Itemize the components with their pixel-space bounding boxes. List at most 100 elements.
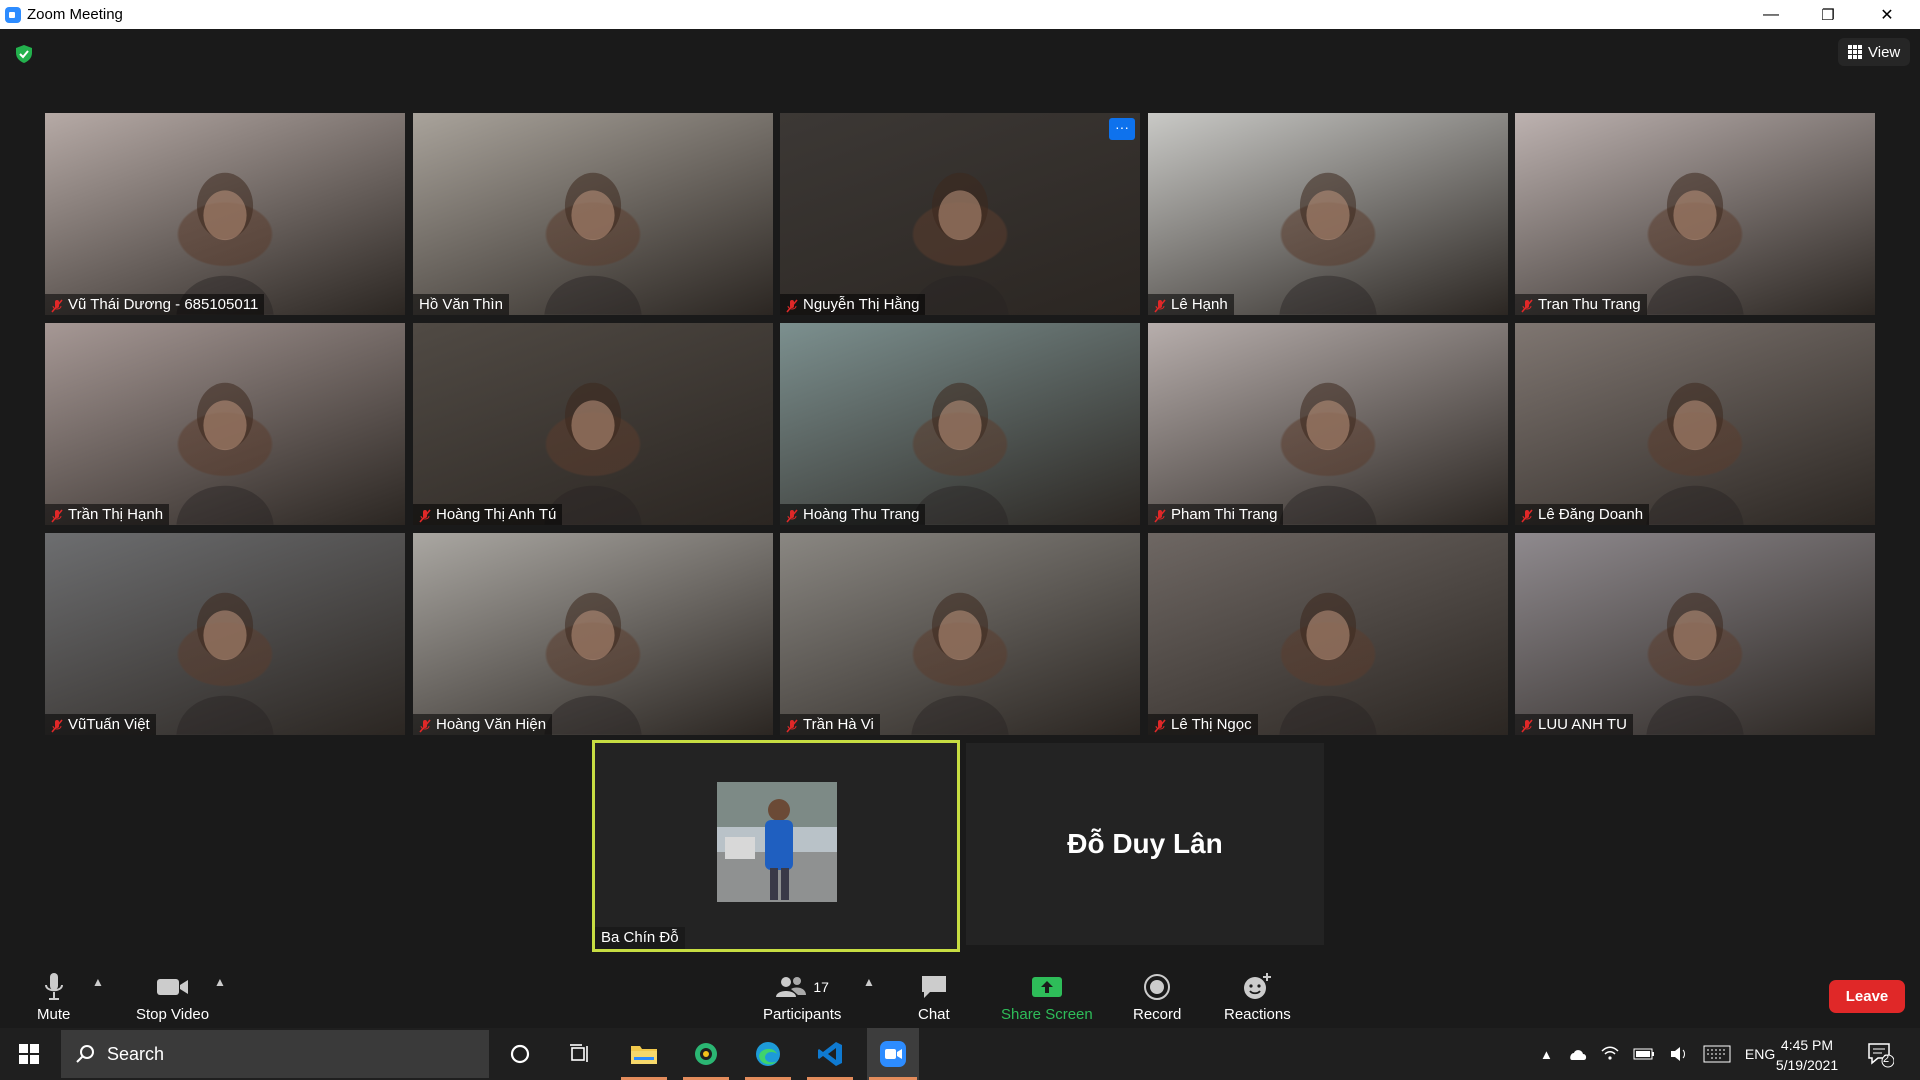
restore-button[interactable]: ❐ <box>1805 0 1851 29</box>
onedrive-cloud-icon[interactable] <box>1567 1047 1587 1061</box>
stop-video-button[interactable]: Stop Video <box>136 971 209 1023</box>
participant-video-tile[interactable]: Lê Hạnh <box>1148 113 1508 315</box>
participant-name: Lê Đăng Doanh <box>1538 506 1644 523</box>
zoom-app-taskbar-icon <box>880 1041 906 1067</box>
mute-button[interactable]: Mute <box>37 971 70 1023</box>
record-label: Record <box>1133 1006 1182 1023</box>
microphone-icon <box>43 971 65 1003</box>
profile-photo <box>717 782 837 902</box>
touch-keyboard-icon[interactable] <box>1703 1045 1731 1063</box>
participant-video-feed <box>1641 149 1749 315</box>
show-hidden-icons-chevron-icon[interactable]: ▲ <box>1540 1047 1553 1062</box>
video-options-caret-icon[interactable]: ▲ <box>214 975 226 989</box>
muted-microphone-icon <box>419 718 431 733</box>
participant-video-tile[interactable]: Lê Đăng Doanh <box>1515 323 1875 525</box>
muted-microphone-icon <box>51 508 63 523</box>
coccoc-browser-taskbar-app[interactable] <box>681 1028 731 1080</box>
participant-video-feed <box>539 149 647 315</box>
file-explorer-taskbar-app[interactable] <box>619 1028 669 1080</box>
close-button[interactable]: ✕ <box>1864 0 1910 29</box>
participant-name: Trần Thị Hạnh <box>68 506 164 523</box>
participant-name-label: Hồ Văn Thìn <box>413 294 509 315</box>
audio-options-caret-icon[interactable]: ▲ <box>92 975 104 989</box>
view-button[interactable]: View <box>1838 38 1911 66</box>
participant-video-tile[interactable]: Trần Thị Hạnh <box>45 323 405 525</box>
participant-name: VũTuấn Việt <box>68 716 150 733</box>
wifi-icon[interactable] <box>1601 1045 1619 1063</box>
muted-microphone-icon <box>786 298 798 313</box>
search-icon <box>76 1045 94 1063</box>
participant-video-feed <box>1274 359 1382 525</box>
participant-name-label: Pham Thi Trang <box>1148 504 1284 525</box>
participant-name: Pham Thi Trang <box>1171 506 1278 523</box>
participant-video-tile[interactable]: Hồ Văn Thìn <box>413 113 773 315</box>
participant-name-label: Tran Thu Trang <box>1515 294 1647 315</box>
participant-video-feed <box>171 149 279 315</box>
cortana-button[interactable] <box>495 1028 545 1080</box>
participant-name-label: Hoàng Thu Trang <box>780 504 926 525</box>
edge-browser-taskbar-app[interactable] <box>743 1028 793 1080</box>
participant-name: Tran Thu Trang <box>1538 296 1641 313</box>
meeting-toolbar: Mute ▲ Stop Video ▲ 17 Participants ▲ Ch… <box>0 963 1920 1028</box>
tile-more-options-button[interactable]: ··· <box>1109 118 1135 140</box>
speaker-name: Ba Chín Đỗ <box>595 927 685 949</box>
participant-name: Hồ Văn Thìn <box>419 296 503 313</box>
participant-video-tile[interactable]: Pham Thi Trang <box>1148 323 1508 525</box>
windows-start-button[interactable] <box>0 1028 58 1080</box>
action-center-button[interactable]: 2 <box>1866 1028 1894 1080</box>
participants-icon <box>776 977 807 997</box>
file-explorer-folder-icon <box>631 1046 657 1064</box>
participant-video-feed <box>171 359 279 525</box>
reactions-button[interactable]: Reactions <box>1224 971 1291 1023</box>
participant-name: Hoàng Văn Hiện <box>436 716 547 733</box>
muted-microphone-icon <box>419 508 431 523</box>
share-screen-icon <box>1031 971 1062 1003</box>
volume-speaker-icon[interactable] <box>1669 1045 1689 1063</box>
minimize-button[interactable]: — <box>1748 0 1794 29</box>
participant-name: LUU ANH TU <box>1538 716 1627 733</box>
participants-options-caret-icon[interactable]: ▲ <box>863 975 875 989</box>
windows-logo-icon <box>19 1044 39 1064</box>
system-tray: ▲ ENG <box>1540 1028 1775 1080</box>
participant-video-tile[interactable]: Hoàng Thị Anh Tú <box>413 323 773 525</box>
windows-taskbar: Search ▲ ENG 4:45 PM 5/19/2021 2 <box>0 1028 1920 1080</box>
active-speaker-tile[interactable]: Ba Chín Đỗ <box>592 740 960 952</box>
participant-video-tile[interactable]: Hoàng Thu Trang <box>780 323 1140 525</box>
participant-video-tile[interactable]: ··· Nguyễn Thị Hằng <box>780 113 1140 315</box>
participants-button[interactable]: 17 Participants <box>763 971 841 1023</box>
participant-name: Trần Hà Vi <box>803 716 874 733</box>
share-screen-label: Share Screen <box>1001 1006 1093 1023</box>
encryption-shield-icon[interactable] <box>14 44 34 64</box>
vscode-taskbar-app[interactable] <box>805 1028 855 1080</box>
participant-video-tile[interactable]: VũTuấn Việt <box>45 533 405 735</box>
participant-video-tile[interactable]: Lê Thị Ngọc <box>1148 533 1508 735</box>
participants-label: Participants <box>763 1006 842 1023</box>
participant-video-tile[interactable]: Hoàng Văn Hiện <box>413 533 773 735</box>
record-button[interactable]: Record <box>1133 971 1181 1023</box>
participant-video-tile[interactable]: Tran Thu Trang <box>1515 113 1875 315</box>
zoom-taskbar-app[interactable] <box>867 1028 919 1080</box>
grid-view-icon <box>1848 45 1862 59</box>
battery-icon[interactable] <box>1633 1048 1655 1060</box>
muted-microphone-icon <box>1521 298 1533 313</box>
view-label: View <box>1868 43 1901 61</box>
muted-microphone-icon <box>51 298 63 313</box>
muted-microphone-icon <box>1154 298 1166 313</box>
chat-button[interactable]: Chat <box>918 971 950 1023</box>
vscode-icon <box>818 1042 842 1066</box>
participant-video-tile[interactable]: Vũ Thái Dương - 685105011 <box>45 113 405 315</box>
participant-name-label: Lê Thị Ngọc <box>1148 714 1258 735</box>
taskbar-search-box[interactable]: Search <box>61 1030 489 1078</box>
task-view-button[interactable] <box>555 1028 605 1080</box>
share-screen-button[interactable]: Share Screen <box>1001 971 1093 1023</box>
participant-name-card[interactable]: Đỗ Duy Lân <box>966 743 1324 945</box>
notification-chat-icon <box>1868 1043 1894 1068</box>
muted-microphone-icon <box>786 508 798 523</box>
participant-video-tile[interactable]: LUU ANH TU <box>1515 533 1875 735</box>
participant-video-tile[interactable]: Trần Hà Vi <box>780 533 1140 735</box>
leave-button[interactable]: Leave <box>1829 980 1905 1013</box>
muted-microphone-icon <box>786 718 798 733</box>
taskbar-clock[interactable]: 4:45 PM 5/19/2021 <box>1762 1035 1852 1075</box>
edge-browser-icon <box>756 1042 780 1066</box>
participant-name-label: VũTuấn Việt <box>45 714 156 735</box>
